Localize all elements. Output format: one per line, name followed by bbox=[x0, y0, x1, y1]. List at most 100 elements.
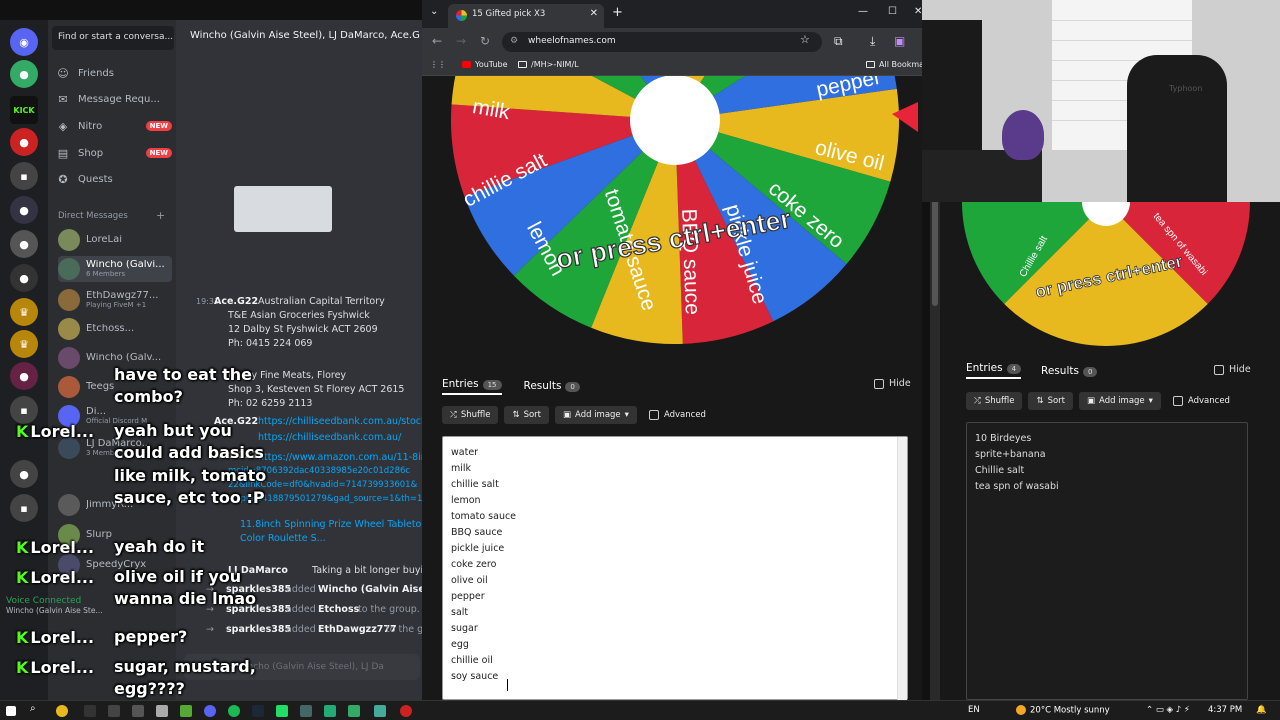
tab-entries[interactable]: Entries 15 bbox=[442, 378, 502, 395]
clock[interactable]: 4:37 PM bbox=[1208, 705, 1242, 715]
dm-item[interactable]: EthDawgz77... Playing FiveM +1 bbox=[58, 287, 172, 313]
search-icon[interactable]: ⌕ bbox=[30, 703, 42, 715]
obs-icon[interactable] bbox=[400, 705, 412, 717]
tab-results[interactable]: Results 0 bbox=[524, 380, 580, 392]
nav-message-requests[interactable]: ✉ Message Requ... bbox=[56, 88, 172, 110]
taskbar-app-icon[interactable] bbox=[180, 705, 192, 717]
minimize-icon[interactable]: — bbox=[858, 6, 868, 17]
dm-item[interactable]: LoreLai bbox=[58, 227, 172, 253]
taskbar-app-icon[interactable] bbox=[108, 705, 120, 717]
nav-nitro[interactable]: ◈ Nitro NEW bbox=[56, 115, 172, 137]
shuffle-button[interactable]: ⤮ Shuffle bbox=[442, 406, 499, 424]
message-link[interactable]: https://www.amazon.com.au/11-8inc bbox=[258, 452, 432, 463]
language-indicator[interactable]: EN bbox=[968, 705, 980, 715]
entries-textarea[interactable]: water milk chillie salt lemon tomato sauce BB… bbox=[442, 436, 908, 700]
profile-icon[interactable]: ▣ bbox=[894, 34, 905, 48]
taskbar-app-icon[interactable] bbox=[132, 705, 144, 717]
address-bar[interactable]: ⚙ wheelofnames.com bbox=[502, 32, 822, 52]
dm-item[interactable]: Etchoss... bbox=[58, 316, 172, 342]
server-icon[interactable]: ● bbox=[10, 264, 38, 292]
server-icon[interactable]: ● bbox=[10, 362, 38, 390]
back-icon[interactable]: ← bbox=[432, 34, 442, 48]
textarea-scrollbar[interactable] bbox=[897, 437, 907, 700]
steam-icon[interactable] bbox=[252, 705, 264, 717]
monitor bbox=[922, 20, 982, 150]
create-dm-icon[interactable]: + bbox=[156, 209, 165, 222]
chrome-icon[interactable] bbox=[56, 705, 68, 717]
weather-widget[interactable]: 20°C Mostly sunny bbox=[1016, 705, 1110, 716]
bookmark-star-icon[interactable]: ☆ bbox=[800, 33, 810, 46]
tray-icons[interactable]: ⌃ ▭ ◈ ♪ ⚡ bbox=[1146, 705, 1190, 715]
advanced-checkbox[interactable]: Advanced bbox=[648, 406, 706, 424]
excel-icon[interactable] bbox=[324, 705, 336, 717]
nav-quests[interactable]: ✪ Quests bbox=[56, 168, 172, 190]
conversation-search-input[interactable]: Find or start a conversa... bbox=[52, 26, 174, 50]
tab-entries[interactable]: Entries 4 bbox=[966, 362, 1022, 379]
taskbar-app-icon[interactable] bbox=[156, 705, 168, 717]
maximize-icon[interactable]: ☐ bbox=[888, 6, 897, 17]
add-image-button[interactable]: ▣ Add image ▾ bbox=[555, 406, 637, 424]
taskbar-app-icon[interactable] bbox=[348, 705, 360, 717]
discord-home-icon[interactable]: ◉ bbox=[10, 28, 38, 56]
nav-shop[interactable]: ▤ Shop NEW bbox=[56, 142, 172, 164]
taskbar-app-icon[interactable] bbox=[276, 705, 288, 717]
spin-wheel[interactable]: milkpepperolive oilchillie saltlemon toma… bbox=[422, 76, 922, 366]
spin-wheel-2[interactable]: Chillie salt tea spn of wasabi or press c… bbox=[940, 202, 1280, 352]
embed-title-link[interactable]: 11.8inch Spinning Prize Wheel Tabletop bbox=[240, 519, 427, 530]
bookmark-youtube[interactable]: YouTube bbox=[462, 60, 508, 69]
embed-image[interactable] bbox=[234, 186, 332, 232]
voice-connected-panel[interactable]: Voice Connected Wincho (Galvin Aise Ste.… bbox=[6, 596, 126, 626]
server-icon[interactable]: ● bbox=[10, 230, 38, 258]
download-icon[interactable]: ⤓ bbox=[870, 34, 875, 49]
system-user[interactable]: sparkles385 bbox=[226, 624, 291, 635]
close-tab-icon[interactable]: ✕ bbox=[590, 8, 598, 19]
message-link[interactable]: https://chilliseedbank.com.au/ bbox=[258, 432, 401, 443]
hide-checkbox[interactable]: Hide bbox=[1214, 364, 1251, 375]
notification-icon[interactable]: 🔔 bbox=[1256, 705, 1267, 715]
wheel-center[interactable] bbox=[630, 76, 720, 165]
nav-friends[interactable]: ☺ Friends bbox=[56, 62, 172, 84]
dm-item-active[interactable]: Wincho (Galvi... 6 Members bbox=[58, 256, 172, 282]
server-icon[interactable]: ● bbox=[10, 128, 38, 156]
reload-icon[interactable]: ↻ bbox=[480, 34, 490, 48]
sort-button[interactable]: ⇅ Sort bbox=[1028, 392, 1073, 410]
folder-icon[interactable]: ▪ bbox=[10, 162, 38, 190]
advanced-checkbox[interactable]: Advanced bbox=[1172, 392, 1230, 410]
extensions-icon[interactable]: ⧉ bbox=[834, 34, 843, 49]
crown-server-icon[interactable]: ♛ bbox=[10, 298, 38, 326]
message-link[interactable]: https://chilliseedbank.com.au/stock bbox=[258, 416, 426, 427]
crown-server-icon[interactable]: ♛ bbox=[10, 330, 38, 358]
bookmark-folder[interactable]: /MH>-NIM/L bbox=[518, 60, 579, 69]
taskbar-app-icon[interactable] bbox=[374, 705, 386, 717]
embed-title-link[interactable]: Color Roulette S... bbox=[240, 533, 326, 544]
taskbar-app-icon[interactable] bbox=[300, 705, 312, 717]
server-icon[interactable]: ● bbox=[10, 60, 38, 88]
entry-line: BBQ sauce bbox=[451, 527, 503, 538]
spotify-icon[interactable] bbox=[228, 705, 240, 717]
discord-taskbar-icon[interactable] bbox=[204, 705, 216, 717]
folder-icon[interactable]: ▪ bbox=[10, 494, 38, 522]
forward-icon[interactable]: → bbox=[456, 34, 466, 48]
avatar bbox=[58, 347, 80, 369]
server-icon[interactable]: ● bbox=[10, 196, 38, 224]
system-target[interactable]: EthDawgzz777 bbox=[318, 624, 397, 635]
message-author[interactable]: Ace.G22 bbox=[214, 296, 258, 307]
new-tab-icon[interactable]: + bbox=[612, 5, 623, 20]
hide-checkbox[interactable]: Hide bbox=[874, 378, 911, 389]
tab-search-icon[interactable]: ⌄ bbox=[430, 6, 438, 17]
shuffle-button[interactable]: ⤮ Shuffle bbox=[966, 392, 1023, 410]
site-info-icon[interactable]: ⚙ bbox=[510, 36, 518, 46]
system-target[interactable]: Etchoss bbox=[318, 604, 359, 615]
all-bookmarks[interactable]: All Bookmar bbox=[866, 60, 927, 69]
apps-icon[interactable]: ⋮⋮ bbox=[430, 60, 446, 69]
sort-button[interactable]: ⇅ Sort bbox=[504, 406, 549, 424]
server-icon[interactable]: ● bbox=[10, 460, 38, 488]
browser-tab[interactable]: 15 Gifted pick X3 ✕ bbox=[448, 4, 604, 28]
add-image-button[interactable]: ▣ Add image ▾ bbox=[1079, 392, 1161, 410]
windows-start-icon[interactable] bbox=[6, 706, 16, 716]
taskbar-app-icon[interactable] bbox=[84, 705, 96, 717]
kick-server-icon[interactable]: KICK bbox=[10, 96, 38, 124]
entries-textarea[interactable]: 10 Birdeyes sprite+banana Chillie salt tea … bbox=[966, 422, 1248, 700]
tab-results[interactable]: Results 0 bbox=[1041, 365, 1098, 377]
folder-icon[interactable]: ▪ bbox=[10, 396, 38, 424]
